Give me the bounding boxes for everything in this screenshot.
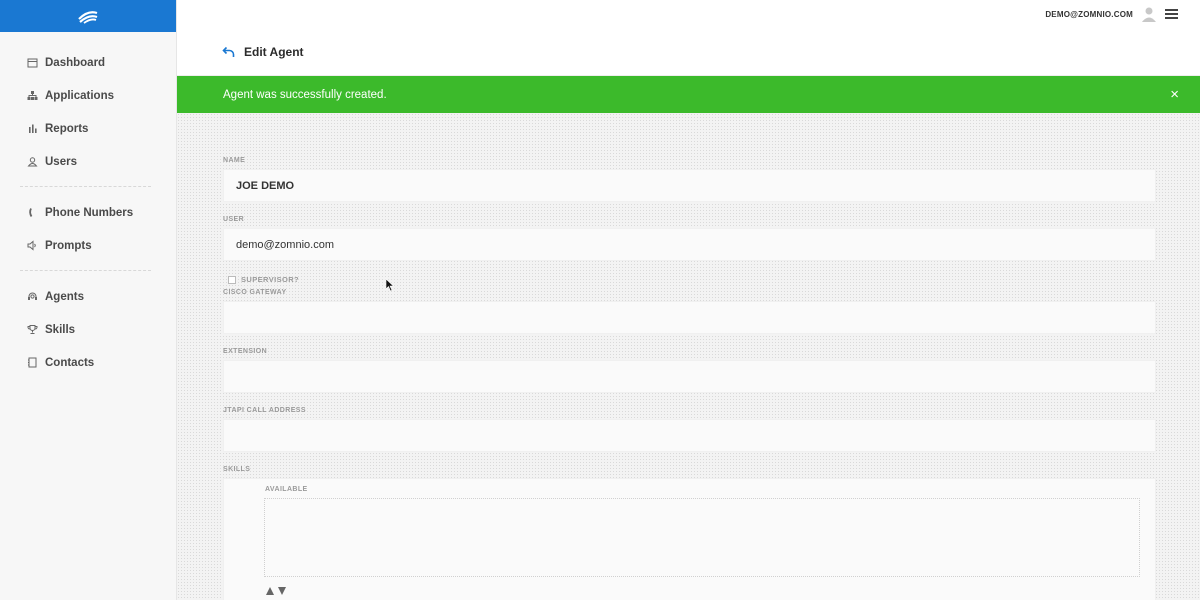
sidebar-nav: Dashboard Applications Reports Users Pho…: [0, 32, 176, 379]
user-icon: [27, 156, 38, 167]
sidebar-item-label: Phone Numbers: [45, 206, 134, 219]
jtapi-label: JTAPI CALL ADDRESS: [223, 407, 306, 414]
sidebar-item-dashboard[interactable]: Dashboard: [0, 46, 176, 79]
bar-chart-icon: [27, 123, 38, 134]
skills-label: SKILLS: [223, 466, 251, 473]
success-alert: Agent was successfully created. ×: [177, 76, 1200, 113]
skills-panel: AVAILABLE: [223, 478, 1156, 600]
user-label: USER: [223, 216, 245, 223]
move-down-icon[interactable]: [278, 587, 286, 595]
user-email[interactable]: DEMO@ZOMNIO.COM: [1045, 10, 1133, 19]
page-header: Edit Agent: [177, 28, 1200, 76]
form-area: NAME JOE DEMO USER demo@zomnio.com SUPER…: [177, 113, 1200, 600]
sidebar-item-phone-numbers[interactable]: Phone Numbers: [0, 196, 176, 229]
sidebar-item-reports[interactable]: Reports: [0, 112, 176, 145]
mouse-cursor-icon: [385, 278, 395, 292]
cisco-gateway-field[interactable]: [223, 301, 1156, 334]
trophy-icon: [27, 324, 38, 335]
move-up-icon[interactable]: [266, 587, 274, 595]
back-arrow-icon[interactable]: [222, 46, 235, 58]
supervisor-label: SUPERVISOR?: [241, 275, 300, 284]
nav-divider: [20, 186, 151, 187]
sidebar-item-skills[interactable]: Skills: [0, 313, 176, 346]
cisco-gateway-label: CISCO GATEWAY: [223, 289, 287, 296]
sidebar: Dashboard Applications Reports Users Pho…: [0, 0, 177, 600]
avatar-icon[interactable]: [1141, 6, 1157, 22]
speaker-icon: [27, 240, 38, 251]
reorder-controls: [266, 587, 290, 595]
sidebar-item-applications[interactable]: Applications: [0, 79, 176, 112]
sidebar-item-users[interactable]: Users: [0, 145, 176, 178]
name-field[interactable]: JOE DEMO: [223, 169, 1156, 202]
sidebar-item-label: Prompts: [45, 239, 92, 252]
name-label: NAME: [223, 157, 246, 164]
user-field[interactable]: demo@zomnio.com: [223, 228, 1156, 261]
address-book-icon: [27, 357, 38, 368]
sidebar-item-label: Dashboard: [45, 56, 106, 69]
extension-field[interactable]: [223, 360, 1156, 393]
available-skills-list[interactable]: [264, 498, 1140, 577]
phone-icon: [27, 207, 38, 218]
headset-icon: [27, 291, 38, 302]
jtapi-field[interactable]: [223, 419, 1156, 452]
sidebar-item-label: Users: [45, 155, 77, 168]
supervisor-row: SUPERVISOR?: [228, 275, 299, 284]
calendar-icon: [27, 57, 38, 68]
sidebar-item-label: Agents: [45, 290, 84, 303]
logo-bar[interactable]: [0, 0, 176, 32]
sitemap-icon: [27, 90, 38, 101]
sidebar-item-agents[interactable]: Agents: [0, 280, 176, 313]
sidebar-item-contacts[interactable]: Contacts: [0, 346, 176, 379]
sidebar-item-label: Skills: [45, 323, 76, 336]
top-bar: DEMO@ZOMNIO.COM: [177, 0, 1200, 28]
hamburger-menu-icon[interactable]: [1165, 9, 1178, 19]
sidebar-item-label: Applications: [45, 89, 115, 102]
sidebar-item-label: Reports: [45, 122, 89, 135]
nav-divider: [20, 270, 151, 271]
alert-message: Agent was successfully created.: [223, 88, 387, 101]
page-title: Edit Agent: [244, 44, 304, 59]
sidebar-item-label: Contacts: [45, 356, 95, 369]
zomnio-logo-icon: [78, 11, 98, 24]
sidebar-item-prompts[interactable]: Prompts: [0, 229, 176, 262]
available-label: AVAILABLE: [265, 486, 308, 493]
close-icon[interactable]: ×: [1170, 87, 1179, 102]
extension-label: EXTENSION: [223, 348, 268, 355]
supervisor-checkbox[interactable]: [228, 275, 236, 284]
